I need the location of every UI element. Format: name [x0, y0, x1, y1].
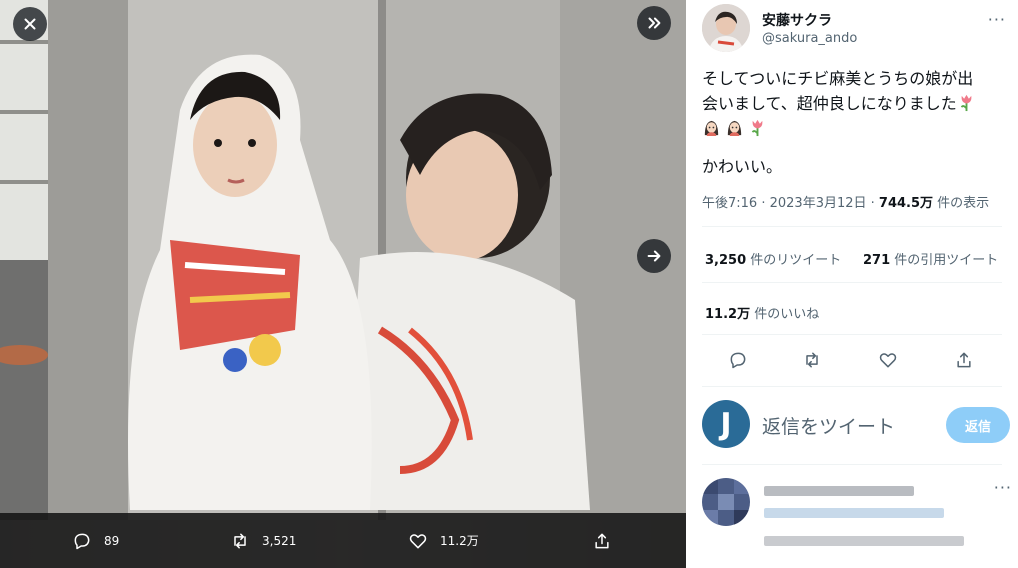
heart-icon: [409, 533, 427, 548]
media-retweet-button[interactable]: 3,521: [230, 513, 296, 568]
share-button[interactable]: [946, 342, 982, 378]
tweet-time[interactable]: 午後7:16: [702, 196, 757, 211]
current-user-avatar[interactable]: J: [702, 400, 750, 448]
close-button[interactable]: [13, 7, 47, 41]
tulip-emoji-icon: [751, 119, 763, 137]
tweet-detail-pane: 安藤サクラ @sakura_ando ··· そしてついにチビ麻美とうちの娘が出…: [686, 0, 1018, 568]
tweet-actions: [702, 342, 1002, 378]
heart-icon: [879, 353, 897, 368]
view-count: 744.5万: [878, 196, 934, 211]
tweet-text-line-2: 会いまして、超仲良しになりました: [702, 91, 1008, 116]
retweet-stat[interactable]: 3,250 件のリツイート: [705, 249, 841, 268]
retweet-button[interactable]: [794, 342, 830, 378]
divider: [702, 464, 1002, 465]
retweet-icon: [234, 533, 246, 548]
divider: [702, 226, 1002, 227]
retweet-icon: [806, 352, 818, 368]
media-action-bar: 89 3,521 11.2万: [0, 513, 686, 568]
tweet-text: そしてついにチビ麻美とうちの娘が出 会いまして、超仲良しになりました かわいい。: [702, 66, 1008, 179]
quote-stat[interactable]: 271 件の引用ツイート: [863, 249, 998, 268]
tweet-text-line-4: かわいい。: [702, 157, 783, 176]
more-options-icon[interactable]: ···: [988, 10, 1006, 29]
media-viewer: 89 3,521 11.2万: [0, 0, 686, 568]
tweet-photo: [0, 0, 686, 568]
avatar-image: [702, 4, 750, 52]
reply-icon: [74, 533, 90, 549]
tweet-text-line-3: [702, 116, 1008, 141]
avatar[interactable]: [702, 4, 750, 52]
reply-avatar: [702, 478, 750, 526]
like-stat[interactable]: 11.2万 件のいいね: [705, 303, 819, 322]
media-like-button[interactable]: 11.2万: [408, 513, 479, 568]
next-image-button[interactable]: [637, 239, 671, 273]
woman-emoji-icon: [704, 120, 719, 137]
expand-panel-button[interactable]: [637, 6, 671, 40]
share-icon: [595, 533, 609, 548]
view-label: 件の表示: [933, 196, 990, 211]
reply-more-icon[interactable]: ···: [994, 478, 1012, 497]
share-icon: [957, 352, 971, 368]
arrow-right-icon: [647, 250, 661, 262]
media-retweet-count: 3,521: [262, 533, 297, 548]
tweet-author: 安藤サクラ @sakura_ando ···: [702, 4, 1012, 54]
woman-emoji-icon: [727, 120, 742, 137]
author-handle[interactable]: @sakura_ando: [762, 31, 857, 46]
media-reply-count: 89: [104, 533, 120, 548]
reply-preview[interactable]: ···: [702, 478, 1012, 568]
reply-input[interactable]: 返信をツイート: [762, 412, 895, 439]
close-icon: [24, 18, 36, 30]
reply-button[interactable]: [720, 342, 756, 378]
media-reply-button[interactable]: 89: [72, 513, 119, 568]
tweet-text-line-1: そしてついにチビ麻美とうちの娘が出: [702, 69, 974, 88]
reply-submit-button[interactable]: 返信: [946, 407, 1010, 443]
tweet-date[interactable]: 2023年3月12日: [770, 196, 867, 211]
reply-icon: [730, 352, 746, 369]
media-like-count: 11.2万: [440, 534, 479, 548]
tulip-emoji-icon: [960, 94, 972, 112]
author-name[interactable]: 安藤サクラ: [762, 10, 832, 30]
like-button[interactable]: [870, 342, 906, 378]
tweet-meta: 午後7:16 · 2023年3月12日 · 744.5万 件の表示: [702, 196, 990, 211]
reply-composer: J 返信をツイート 返信: [702, 398, 1012, 452]
divider: [702, 386, 1002, 387]
divider: [702, 334, 1002, 335]
media-share-button[interactable]: [592, 513, 612, 568]
divider: [702, 282, 1002, 283]
double-chevron-right-icon: [648, 17, 661, 29]
